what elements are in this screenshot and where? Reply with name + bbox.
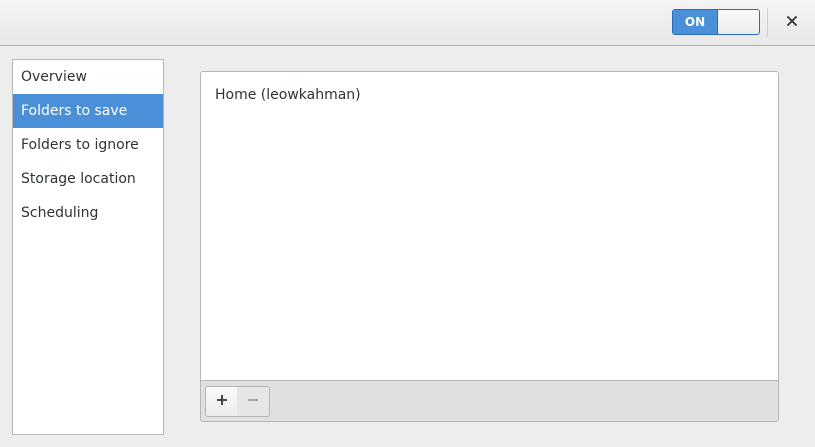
sidebar-item-scheduling[interactable]: Scheduling xyxy=(13,196,163,230)
add-folder-button[interactable] xyxy=(205,386,238,417)
folders-list: Home (leowkahman) xyxy=(200,71,779,422)
list-toolbar xyxy=(201,380,778,421)
close-button[interactable] xyxy=(778,8,806,36)
sidebar-item-overview[interactable]: Overview xyxy=(13,60,163,94)
header-separator xyxy=(767,8,768,37)
switch-knob[interactable] xyxy=(717,10,759,34)
header-bar: ON xyxy=(0,0,815,46)
sidebar-item-folders-to-save[interactable]: Folders to save xyxy=(13,94,163,128)
plus-icon xyxy=(216,394,228,410)
close-icon xyxy=(787,14,797,30)
sidebar-item-storage-location[interactable]: Storage location xyxy=(13,162,163,196)
list-item[interactable]: Home (leowkahman) xyxy=(201,72,778,118)
switch-on-label: ON xyxy=(673,10,717,34)
sidebar: Overview Folders to save Folders to igno… xyxy=(12,59,164,435)
remove-folder-button[interactable] xyxy=(237,386,270,417)
minus-icon xyxy=(247,394,259,410)
sidebar-item-folders-to-ignore[interactable]: Folders to ignore xyxy=(13,128,163,162)
backup-toggle-switch[interactable]: ON xyxy=(672,9,760,35)
